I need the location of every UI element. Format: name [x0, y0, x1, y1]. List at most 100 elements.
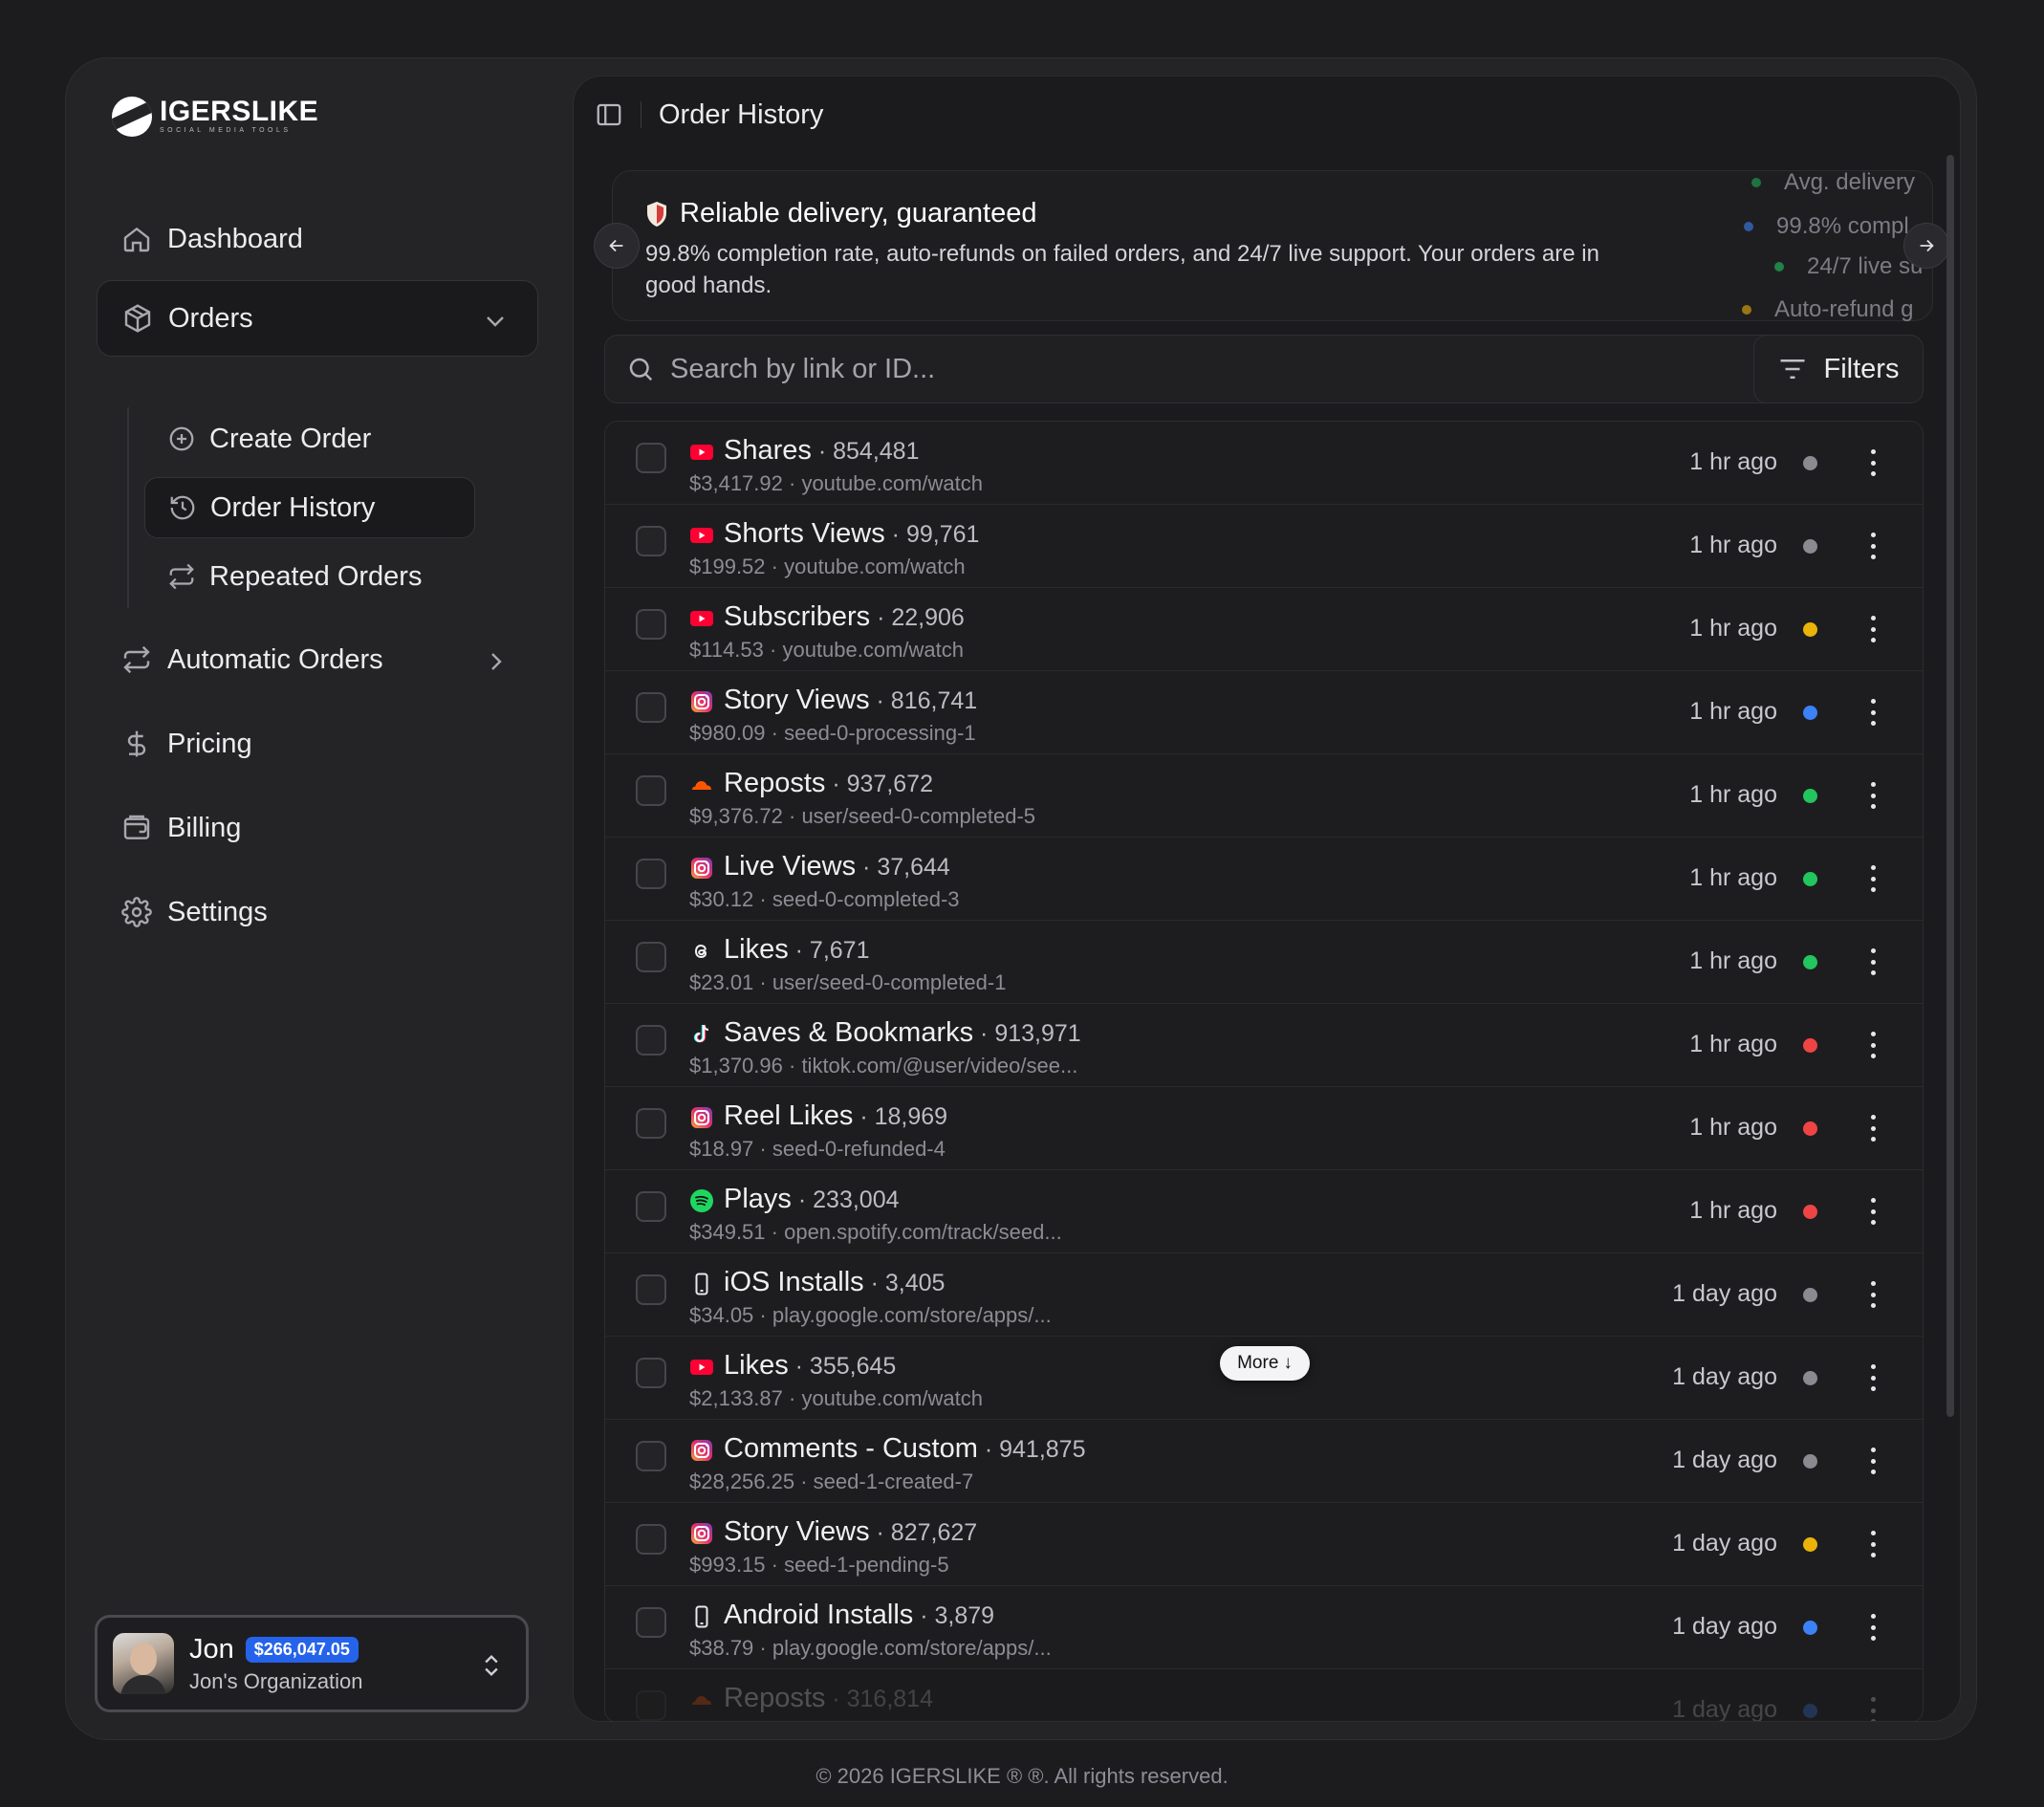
instagram-icon [691, 858, 712, 879]
table-row[interactable]: Shares · 854,481 $3,417.92 · youtube.com/… [605, 422, 1923, 505]
row-menu-button[interactable] [1867, 696, 1879, 729]
row-menu-button[interactable] [1867, 1278, 1879, 1311]
table-row[interactable]: Subscribers · 22,906 $114.53 · youtube.co… [605, 588, 1923, 671]
row-checkbox[interactable] [636, 1690, 666, 1721]
row-menu-button[interactable] [1867, 946, 1879, 978]
account-switcher[interactable]: Jon $266,047.05 Jon's Organization [95, 1615, 529, 1712]
table-row[interactable]: Android Installs · 3,879 $38.79 · play.go… [605, 1586, 1923, 1669]
order-service: Reposts · 937,672 [724, 768, 933, 798]
order-quantity: 3,405 [884, 1270, 946, 1296]
row-menu-button[interactable] [1867, 1528, 1879, 1560]
row-checkbox[interactable] [636, 526, 666, 556]
row-menu-button[interactable] [1867, 1029, 1879, 1061]
order-details: $980.09 · seed-0-processing-1 [689, 721, 976, 745]
order-service: Saves & Bookmarks · 913,971 [724, 1017, 1081, 1048]
status-dot [1803, 1205, 1817, 1219]
row-checkbox[interactable] [636, 1025, 666, 1056]
order-link: seed-0-refunded-4 [772, 1137, 946, 1161]
row-checkbox[interactable] [636, 443, 666, 473]
more-button[interactable]: More ↓ [1220, 1346, 1310, 1381]
table-row[interactable]: Reposts · 316,814 1 day ago [605, 1669, 1923, 1721]
order-details: $1,370.96 · tiktok.com/@user/video/see..… [689, 1054, 1078, 1078]
kebab-dot [1870, 1719, 1876, 1721]
row-checkbox[interactable] [636, 1274, 666, 1305]
threads-icon [694, 944, 707, 959]
table-row[interactable]: Live Views · 37,644 $30.12 · seed-0-compl… [605, 838, 1923, 921]
table-row[interactable]: Saves & Bookmarks · 913,971 $1,370.96 · t… [605, 1004, 1923, 1087]
table-row[interactable]: Likes · 7,671 $23.01 · user/seed-0-comple… [605, 921, 1923, 1004]
row-checkbox[interactable] [636, 1358, 666, 1388]
row-checkbox[interactable] [636, 775, 666, 806]
kebab-dot [1870, 1614, 1876, 1619]
row-menu-button[interactable] [1867, 613, 1879, 645]
kebab-dot [1870, 876, 1876, 882]
row-checkbox[interactable] [636, 1191, 666, 1222]
order-link: play.google.com/store/apps/... [772, 1303, 1052, 1327]
row-checkbox[interactable] [636, 1108, 666, 1139]
top-bar: Order History [574, 76, 1960, 153]
sidebar-item-pricing[interactable]: Pricing [97, 706, 538, 782]
scrollbar[interactable] [1946, 155, 1954, 1417]
sidebar-subitem-order-history[interactable]: Order History [144, 477, 475, 538]
search-input[interactable] [670, 353, 1722, 385]
order-service: Reel Likes · 18,969 [724, 1100, 948, 1131]
arrow-right-icon [1920, 239, 1934, 252]
order-time: 1 hr ago [1689, 1031, 1777, 1057]
row-menu-button[interactable] [1867, 862, 1879, 895]
row-checkbox[interactable] [636, 1524, 666, 1555]
order-price: $1,370.96 [689, 1054, 783, 1078]
table-row[interactable]: Reel Likes · 18,969 $18.97 · seed-0-refun… [605, 1087, 1923, 1170]
account-name: Jon [189, 1633, 234, 1665]
soundcloud-icon [692, 1696, 711, 1705]
table-row[interactable]: Shorts Views · 99,761 $199.52 · youtube.c… [605, 505, 1923, 588]
row-menu-button[interactable] [1867, 1445, 1879, 1477]
row-menu-button[interactable] [1867, 530, 1879, 562]
order-quantity: 37,644 [877, 854, 950, 881]
row-menu-button[interactable] [1867, 1195, 1879, 1228]
sidebar-item-billing[interactable]: Billing [97, 790, 538, 866]
table-row[interactable]: iOS Installs · 3,405 $34.05 · play.google… [605, 1253, 1923, 1337]
row-menu-button[interactable] [1867, 779, 1879, 812]
kebab-dot [1870, 1137, 1876, 1142]
table-row[interactable]: Story Views · 816,741 $980.09 · seed-0-pr… [605, 671, 1923, 754]
row-checkbox[interactable] [636, 692, 666, 723]
banner-prev-button[interactable] [594, 223, 640, 269]
sidebar-item-orders[interactable]: Orders [97, 280, 538, 357]
sidebar-subitem-repeated-orders[interactable]: Repeated Orders [144, 546, 475, 607]
table-row[interactable]: Story Views · 827,627 $993.15 · seed-1-pe… [605, 1503, 1923, 1586]
sidebar-item-settings[interactable]: Settings [97, 874, 538, 950]
sidebar-subitem-create-order[interactable]: Create Order [144, 408, 475, 469]
filter-icon [1780, 359, 1805, 379]
row-checkbox[interactable] [636, 609, 666, 640]
sidebar-item-dashboard[interactable]: Dashboard [97, 201, 538, 277]
order-details: $3,417.92 · youtube.com/watch [689, 471, 983, 495]
row-checkbox[interactable] [636, 942, 666, 972]
row-menu-button[interactable] [1867, 1361, 1879, 1394]
row-checkbox[interactable] [636, 1607, 666, 1638]
filters-button[interactable]: Filters [1753, 335, 1924, 403]
banner-next-button[interactable] [1903, 223, 1949, 269]
row-menu-button[interactable] [1867, 1611, 1879, 1644]
home-icon [123, 227, 150, 252]
order-quantity: 816,741 [890, 687, 978, 714]
table-row[interactable]: Comments - Custom · 941,875 $28,256.25 · … [605, 1420, 1923, 1503]
table-row[interactable]: Reposts · 937,672 $9,376.72 · user/seed-0… [605, 754, 1923, 838]
status-dot [1774, 262, 1784, 272]
row-checkbox[interactable] [636, 859, 666, 889]
sidebar-item-automatic-orders[interactable]: Automatic Orders [97, 621, 538, 698]
table-row[interactable]: Plays · 233,004 $349.51 · open.spotify.co… [605, 1170, 1923, 1253]
row-menu-button[interactable] [1867, 1694, 1879, 1721]
order-link: user/seed-0-completed-5 [801, 804, 1036, 828]
order-details: $23.01 · user/seed-0-completed-1 [689, 970, 1007, 994]
order-price: $980.09 [689, 721, 766, 745]
row-menu-button[interactable] [1867, 1112, 1879, 1144]
service-name: Reposts [724, 1683, 826, 1713]
sidebar-toggle-icon[interactable] [595, 100, 623, 129]
row-menu-button[interactable] [1867, 446, 1879, 479]
order-service: Live Views · 37,644 [724, 851, 950, 882]
avatar [113, 1633, 174, 1694]
row-checkbox[interactable] [636, 1441, 666, 1471]
order-price: $38.79 [689, 1636, 754, 1660]
brand-logo[interactable]: IGERSLIKE SOCIAL MEDIA TOOLS [112, 97, 318, 137]
package-icon [124, 304, 151, 333]
